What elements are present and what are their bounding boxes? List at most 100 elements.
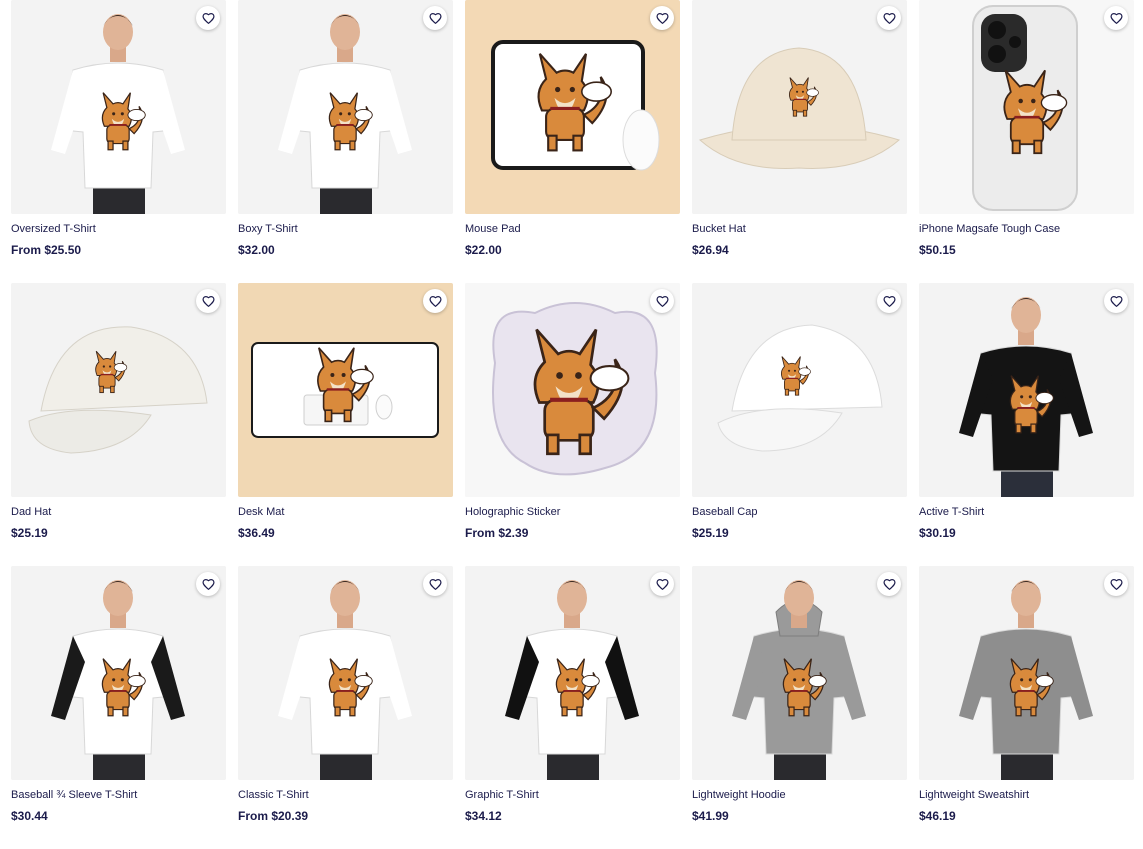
product-card[interactable]: Dad Hat $25.19 bbox=[11, 283, 226, 566]
product-card[interactable]: Lightweight Sweatshirt $46.19 bbox=[919, 566, 1134, 849]
favorite-button[interactable] bbox=[877, 289, 901, 313]
favorite-button[interactable] bbox=[1104, 289, 1128, 313]
product-price: $36.49 bbox=[238, 526, 275, 540]
product-image[interactable] bbox=[11, 283, 226, 497]
product-image[interactable] bbox=[919, 283, 1134, 497]
product-image[interactable] bbox=[11, 0, 226, 214]
product-photo bbox=[692, 566, 907, 780]
product-card[interactable]: Oversized T-Shirt From $25.50 bbox=[11, 0, 226, 283]
heart-outline-icon bbox=[201, 295, 215, 307]
heart-outline-icon bbox=[655, 578, 669, 590]
heart-outline-icon bbox=[882, 578, 896, 590]
product-name[interactable]: Lightweight Sweatshirt bbox=[919, 788, 1134, 802]
heart-outline-icon bbox=[1109, 578, 1123, 590]
favorite-button[interactable] bbox=[423, 6, 447, 30]
favorite-button[interactable] bbox=[650, 289, 674, 313]
product-image[interactable] bbox=[465, 566, 680, 780]
product-image[interactable] bbox=[465, 283, 680, 497]
product-image[interactable] bbox=[692, 0, 907, 214]
product-price: From $25.50 bbox=[11, 243, 82, 257]
product-photo bbox=[919, 0, 1134, 214]
heart-outline-icon bbox=[655, 12, 669, 24]
product-price: $25.19 bbox=[11, 526, 48, 540]
product-image[interactable] bbox=[11, 566, 226, 780]
heart-outline-icon bbox=[882, 12, 896, 24]
product-grid: Oversized T-Shirt From $25.50 Boxy T-Shi… bbox=[11, 0, 1134, 849]
product-price: From $20.39 bbox=[238, 809, 309, 823]
heart-outline-icon bbox=[428, 295, 442, 307]
favorite-button[interactable] bbox=[877, 572, 901, 596]
product-card[interactable]: Baseball ¾ Sleeve T-Shirt $30.44 bbox=[11, 566, 226, 849]
product-name[interactable]: Bucket Hat bbox=[692, 222, 907, 236]
product-card[interactable]: Lightweight Hoodie $41.99 bbox=[692, 566, 907, 849]
product-name[interactable]: Classic T-Shirt bbox=[238, 788, 453, 802]
product-card[interactable]: Desk Mat $36.49 bbox=[238, 283, 453, 566]
product-image[interactable] bbox=[919, 0, 1134, 214]
favorite-button[interactable] bbox=[650, 6, 674, 30]
product-name[interactable]: Mouse Pad bbox=[465, 222, 680, 236]
product-image[interactable] bbox=[692, 566, 907, 780]
product-photo bbox=[465, 566, 680, 780]
product-card[interactable]: Bucket Hat $26.94 bbox=[692, 0, 907, 283]
product-photo bbox=[465, 283, 680, 497]
favorite-button[interactable] bbox=[196, 572, 220, 596]
heart-outline-icon bbox=[201, 12, 215, 24]
product-image[interactable] bbox=[465, 0, 680, 214]
product-name[interactable]: Holographic Sticker bbox=[465, 505, 680, 519]
product-price: $32.00 bbox=[238, 243, 275, 257]
product-photo bbox=[11, 0, 226, 214]
product-name[interactable]: Graphic T-Shirt bbox=[465, 788, 680, 802]
product-name[interactable]: Desk Mat bbox=[238, 505, 453, 519]
product-photo bbox=[238, 283, 453, 497]
product-photo bbox=[238, 566, 453, 780]
product-image[interactable] bbox=[238, 283, 453, 497]
product-price: $50.15 bbox=[919, 243, 956, 257]
heart-outline-icon bbox=[428, 12, 442, 24]
favorite-button[interactable] bbox=[196, 289, 220, 313]
favorite-button[interactable] bbox=[1104, 572, 1128, 596]
product-photo bbox=[919, 566, 1134, 780]
product-card[interactable]: Active T-Shirt $30.19 bbox=[919, 283, 1134, 566]
heart-outline-icon bbox=[201, 578, 215, 590]
product-price: $46.19 bbox=[919, 809, 956, 823]
product-price: From $2.39 bbox=[465, 526, 529, 540]
product-image[interactable] bbox=[919, 566, 1134, 780]
product-photo bbox=[11, 566, 226, 780]
product-price: $25.19 bbox=[692, 526, 729, 540]
product-card[interactable]: Baseball Cap $25.19 bbox=[692, 283, 907, 566]
favorite-button[interactable] bbox=[196, 6, 220, 30]
product-image[interactable] bbox=[238, 566, 453, 780]
product-price: $34.12 bbox=[465, 809, 502, 823]
heart-outline-icon bbox=[882, 295, 896, 307]
product-name[interactable]: Oversized T-Shirt bbox=[11, 222, 226, 236]
product-name[interactable]: Dad Hat bbox=[11, 505, 226, 519]
product-image[interactable] bbox=[238, 0, 453, 214]
product-price: $30.19 bbox=[919, 526, 956, 540]
product-card[interactable]: Mouse Pad $22.00 bbox=[465, 0, 680, 283]
favorite-button[interactable] bbox=[877, 6, 901, 30]
product-name[interactable]: Baseball ¾ Sleeve T-Shirt bbox=[11, 788, 226, 802]
favorite-button[interactable] bbox=[650, 572, 674, 596]
product-photo bbox=[692, 283, 907, 497]
heart-outline-icon bbox=[428, 578, 442, 590]
product-card[interactable]: iPhone Magsafe Tough Case $50.15 bbox=[919, 0, 1134, 283]
product-photo bbox=[238, 0, 453, 214]
product-price: $30.44 bbox=[11, 809, 48, 823]
product-price: $41.99 bbox=[692, 809, 729, 823]
favorite-button[interactable] bbox=[1104, 6, 1128, 30]
product-name[interactable]: Baseball Cap bbox=[692, 505, 907, 519]
product-price: $22.00 bbox=[465, 243, 502, 257]
product-name[interactable]: Active T-Shirt bbox=[919, 505, 1134, 519]
product-name[interactable]: Boxy T-Shirt bbox=[238, 222, 453, 236]
product-image[interactable] bbox=[692, 283, 907, 497]
product-card[interactable]: Boxy T-Shirt $32.00 bbox=[238, 0, 453, 283]
product-card[interactable]: Classic T-Shirt From $20.39 bbox=[238, 566, 453, 849]
favorite-button[interactable] bbox=[423, 289, 447, 313]
product-photo bbox=[465, 0, 680, 214]
product-photo bbox=[919, 283, 1134, 497]
product-name[interactable]: iPhone Magsafe Tough Case bbox=[919, 222, 1134, 236]
product-card[interactable]: Graphic T-Shirt $34.12 bbox=[465, 566, 680, 849]
favorite-button[interactable] bbox=[423, 572, 447, 596]
product-name[interactable]: Lightweight Hoodie bbox=[692, 788, 907, 802]
product-card[interactable]: Holographic Sticker From $2.39 bbox=[465, 283, 680, 566]
